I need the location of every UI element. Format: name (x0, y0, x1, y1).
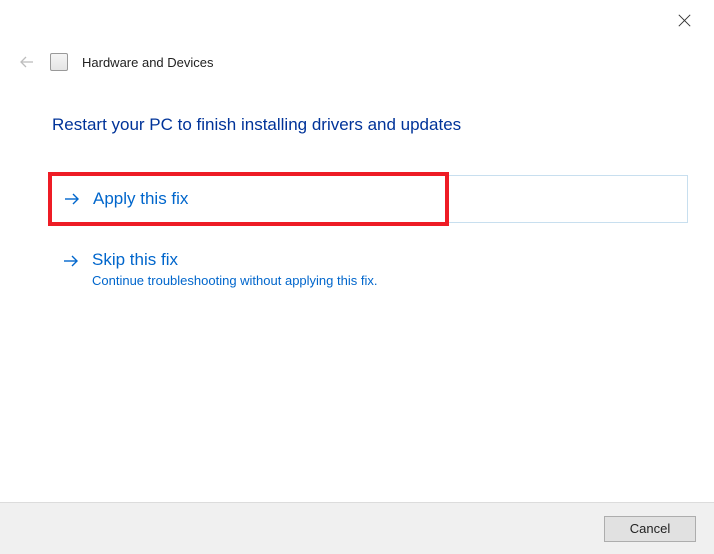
back-arrow-icon (19, 54, 35, 70)
arrow-right-icon (62, 252, 80, 270)
skip-fix-option[interactable]: Skip this fix Continue troubleshooting w… (50, 237, 688, 300)
header: Hardware and Devices (18, 53, 214, 71)
options-list: Apply this fix Skip this fix Continue tr… (50, 175, 688, 300)
close-icon (678, 14, 691, 27)
cancel-button[interactable]: Cancel (604, 516, 696, 542)
page-heading: Restart your PC to finish installing dri… (52, 115, 461, 135)
apply-fix-option[interactable]: Apply this fix (50, 175, 688, 223)
back-button[interactable] (18, 53, 36, 71)
apply-fix-title: Apply this fix (93, 188, 188, 210)
skip-fix-subtitle: Continue troubleshooting without applyin… (92, 273, 377, 288)
troubleshooter-icon (50, 53, 68, 71)
skip-fix-title: Skip this fix (92, 249, 377, 271)
header-title: Hardware and Devices (82, 55, 214, 70)
footer: Cancel (0, 502, 714, 554)
close-button[interactable] (676, 12, 692, 28)
arrow-right-icon (63, 190, 81, 208)
